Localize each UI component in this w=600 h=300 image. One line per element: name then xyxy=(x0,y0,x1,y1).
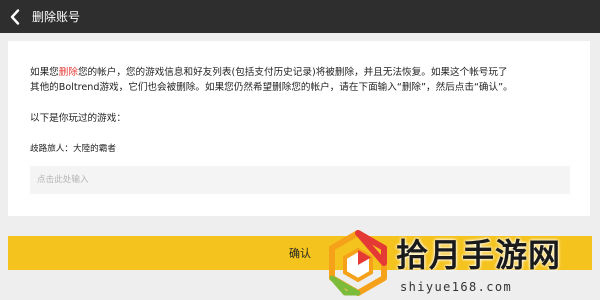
description-line2: 其他的Boltrend游戏，它们也会被删除。如果您仍然希望删除您的帐户，请在下面… xyxy=(30,82,513,93)
page-title: 删除账号 xyxy=(32,10,81,24)
description-line1: 您的帐户，您的游戏信息和好友列表(包括支付历史记录)将被删除，并且无法恢复。如果… xyxy=(77,67,508,78)
games-heading: 以下是你玩过的游戏： xyxy=(30,113,126,124)
warning-description: 如果您删除您的帐户，您的游戏信息和好友列表(包括支付历史记录)将被删除，并且无法… xyxy=(30,65,586,95)
delete-account-card: 如果您删除您的帐户，您的游戏信息和好友列表(包括支付历史记录)将被删除，并且无法… xyxy=(8,41,590,216)
delete-highlight: 删除 xyxy=(58,67,78,78)
delete-confirm-input[interactable] xyxy=(30,166,570,194)
back-button[interactable] xyxy=(2,0,28,33)
description-prefix: 如果您 xyxy=(30,67,59,78)
watermark-url: shiyue168.com xyxy=(400,280,513,294)
chevron-left-icon xyxy=(10,8,20,25)
top-bar: 删除账号 xyxy=(0,0,600,33)
game-list-item: 歧路旅人：大陸的霸者 xyxy=(30,144,116,154)
confirm-button[interactable]: 确认 xyxy=(8,236,592,270)
